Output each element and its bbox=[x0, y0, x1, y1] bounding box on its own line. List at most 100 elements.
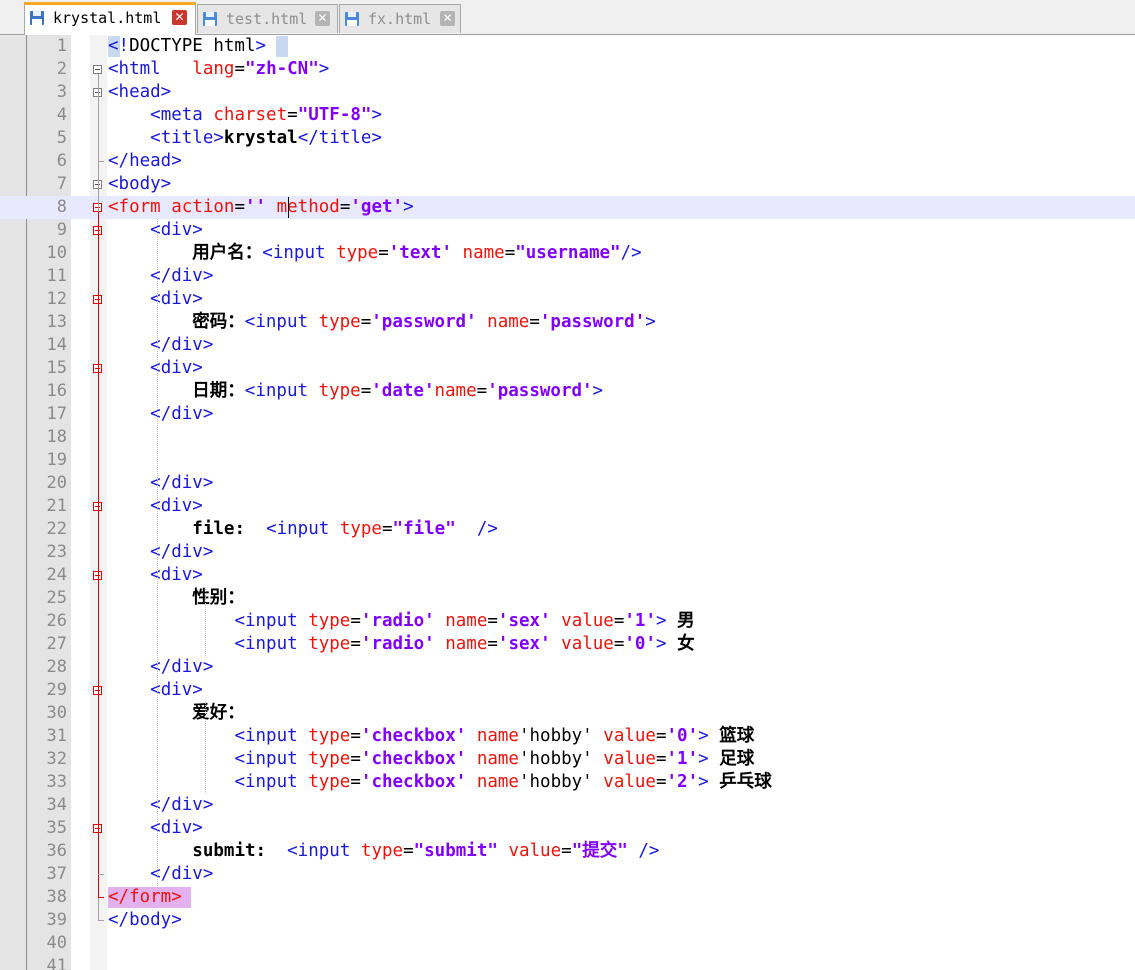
code-token: name bbox=[462, 243, 505, 263]
indent-guide bbox=[157, 219, 158, 886]
code-line[interactable]: 26 <input type='radio' name='sex' value=… bbox=[0, 610, 1135, 633]
line-number: 14 bbox=[46, 335, 67, 355]
code-line[interactable]: 5 <title>krystal</title> bbox=[0, 127, 1135, 150]
code-line[interactable]: 34 </div> bbox=[0, 794, 1135, 817]
code-line[interactable]: 37 </div> bbox=[0, 863, 1135, 886]
line-number: 5 bbox=[56, 128, 67, 148]
code-line[interactable]: 21 <div> bbox=[0, 495, 1135, 518]
code-line[interactable]: 41 bbox=[0, 955, 1135, 970]
code-token: type bbox=[318, 381, 361, 401]
code-token: 'sex' bbox=[497, 611, 551, 631]
code-line[interactable]: 2 <html lang="zh-CN"> bbox=[0, 58, 1135, 81]
code-line[interactable]: 1 <!DOCTYPE html> bbox=[0, 35, 1135, 58]
code-token: = bbox=[529, 312, 540, 332]
code-token: </title> bbox=[297, 128, 382, 148]
close-icon[interactable]: ✕ bbox=[315, 11, 330, 26]
code-line[interactable]: 7 <body> bbox=[0, 173, 1135, 196]
code-token: 'hobby' bbox=[518, 749, 593, 769]
code-line[interactable]: 38 </form> bbox=[0, 886, 1135, 909]
code-line[interactable]: 15 <div> bbox=[0, 357, 1135, 380]
close-icon[interactable]: ✕ bbox=[172, 10, 187, 25]
code-token: 足球 bbox=[708, 749, 755, 769]
code-token: </div> bbox=[150, 473, 214, 493]
code-token: DOCTYPE html bbox=[129, 36, 256, 56]
fold-toggle-icon[interactable] bbox=[93, 65, 102, 74]
tab-test-html[interactable]: test.html ✕ bbox=[197, 4, 338, 33]
code-token: type bbox=[308, 611, 351, 631]
code-line[interactable]: 28 </div> bbox=[0, 656, 1135, 679]
line-code: </div> bbox=[108, 863, 213, 886]
code-token: "UTF-8" bbox=[297, 105, 372, 125]
line-code: submit: <input type="submit" value="提交" … bbox=[108, 840, 659, 863]
code-line[interactable]: 33 <input type='checkbox' name'hobby' va… bbox=[0, 771, 1135, 794]
code-editor[interactable]: 1 <!DOCTYPE html> 2 <html lang="zh-CN"> 3 <he… bbox=[0, 35, 1135, 970]
code-line[interactable]: 32 <input type='checkbox' name'hobby' va… bbox=[0, 748, 1135, 771]
line-code: </body> bbox=[108, 909, 182, 932]
code-token: charset bbox=[213, 105, 288, 125]
line-number: 11 bbox=[46, 266, 67, 286]
code-line[interactable]: 30 爱好： bbox=[0, 702, 1135, 725]
line-code: <form action='' method='get'> bbox=[108, 196, 414, 219]
code-token: <input bbox=[244, 312, 319, 332]
code-line[interactable]: 11 </div> bbox=[0, 265, 1135, 288]
line-number: 15 bbox=[46, 358, 67, 378]
code-line[interactable]: 13 密码：<input type='password' name='passw… bbox=[0, 311, 1135, 334]
code-token: 密码： bbox=[192, 312, 245, 332]
code-line[interactable]: 9 <div> bbox=[0, 219, 1135, 242]
code-line[interactable]: 17 </div> bbox=[0, 403, 1135, 426]
line-code: </div> bbox=[108, 656, 213, 679]
line-code: </form> bbox=[108, 886, 182, 909]
code-line[interactable]: 39 </body> bbox=[0, 909, 1135, 932]
code-line[interactable]: 23 </div> bbox=[0, 541, 1135, 564]
code-line[interactable]: 40 bbox=[0, 932, 1135, 955]
close-icon[interactable]: ✕ bbox=[440, 11, 455, 26]
line-number: 31 bbox=[46, 726, 67, 746]
line-number: 35 bbox=[46, 818, 67, 838]
code-token: 日期： bbox=[192, 381, 245, 401]
code-line[interactable]: 35 <div> bbox=[0, 817, 1135, 840]
code-token: 'checkbox' bbox=[360, 749, 467, 769]
code-line[interactable]: 31 <input type='checkbox' name'hobby' va… bbox=[0, 725, 1135, 748]
code-token: 用户名： bbox=[192, 243, 263, 263]
code-token: <input bbox=[234, 772, 309, 792]
tab-krystal-html[interactable]: krystal.html ✕ bbox=[24, 2, 196, 35]
code-token: > bbox=[592, 381, 604, 401]
code-line[interactable]: 3 <head> bbox=[0, 81, 1135, 104]
code-line[interactable]: 16 日期：<input type='date'name='password'> bbox=[0, 380, 1135, 403]
code-line[interactable]: 29 <div> bbox=[0, 679, 1135, 702]
tab-fx-html[interactable]: fx.html ✕ bbox=[339, 4, 461, 33]
code-token: 'hobby' bbox=[518, 772, 593, 792]
code-line[interactable]: 4 <meta charset="UTF-8"> bbox=[0, 104, 1135, 127]
code-token: > bbox=[645, 312, 656, 332]
code-token: value bbox=[603, 772, 656, 792]
code-token: > bbox=[698, 749, 709, 769]
code-line[interactable]: 22 file: <input type="file" /> bbox=[0, 518, 1135, 541]
code-line[interactable]: 24 <div> bbox=[0, 564, 1135, 587]
code-line[interactable]: 20 </div> bbox=[0, 472, 1135, 495]
code-line[interactable]: 27 <input type='radio' name='sex' value=… bbox=[0, 633, 1135, 656]
line-code: <input type='radio' name='sex' value='1'… bbox=[108, 610, 694, 633]
code-line[interactable]: 10 用户名：<input type='text' name="username… bbox=[0, 242, 1135, 265]
code-line[interactable]: 6 </head> bbox=[0, 150, 1135, 173]
code-line[interactable]: 36 submit: <input type="submit" value="提… bbox=[0, 840, 1135, 863]
line-number: 13 bbox=[46, 312, 67, 332]
code-line[interactable]: 25 性别： bbox=[0, 587, 1135, 610]
line-code: <div> bbox=[108, 357, 203, 380]
code-line[interactable]: 12 <div> bbox=[0, 288, 1135, 311]
code-line[interactable]: 18 bbox=[0, 426, 1135, 449]
code-line[interactable]: 19 bbox=[0, 449, 1135, 472]
line-number: 38 bbox=[46, 887, 67, 907]
code-line[interactable]: 8 <form action='' method='get'> bbox=[0, 196, 1135, 219]
code-line[interactable]: 14 </div> bbox=[0, 334, 1135, 357]
code-token: = bbox=[504, 243, 516, 263]
code-token: <form bbox=[108, 197, 172, 217]
